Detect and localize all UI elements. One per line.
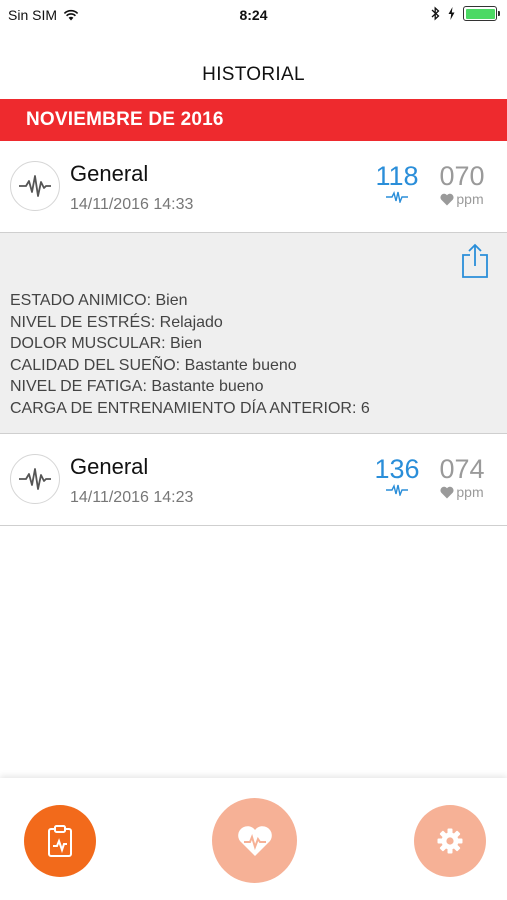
clipboard-chart-icon [48, 825, 72, 857]
bluetooth-icon [431, 6, 440, 21]
status-bar: Sin SIM 8:24 [0, 0, 507, 30]
bpm-unit: ppm [456, 191, 484, 207]
hrv-block: 118 [369, 161, 425, 203]
pulse-icon [10, 454, 60, 504]
record-title: General [70, 161, 149, 186]
bpm-value: 074 [439, 454, 485, 484]
status-right [431, 6, 500, 21]
history-row[interactable]: General 14/11/2016 14:33 118 070 ppm [0, 141, 507, 233]
pulse-icon [10, 161, 60, 211]
charging-icon [448, 7, 455, 20]
detail-line: NIVEL DE ESTRÉS: Relajado [10, 313, 223, 331]
hrv-value: 118 [375, 161, 419, 191]
hrv-block: 136 [369, 454, 425, 496]
bpm-unit-row: ppm [433, 191, 491, 207]
bpm-unit-row: ppm [433, 484, 491, 500]
hrv-value: 136 [374, 454, 420, 484]
hrv-wave-icon [386, 484, 408, 496]
record-datetime: 14/11/2016 14:33 [70, 196, 194, 213]
tab-settings[interactable] [414, 805, 486, 877]
detail-line: CARGA DE ENTRENAMIENTO DÍA ANTERIOR: 6 [10, 399, 370, 417]
bpm-block: 074 ppm [433, 454, 491, 500]
tab-history[interactable] [24, 805, 96, 877]
record-datetime: 14/11/2016 14:23 [70, 489, 194, 506]
heart-pulse-icon [237, 825, 272, 856]
detail-line: DOLOR MUSCULAR: Bien [10, 335, 203, 353]
bpm-unit: ppm [456, 484, 484, 500]
tab-measure[interactable] [212, 798, 297, 883]
share-icon[interactable] [461, 243, 489, 279]
bpm-block: 070 ppm [433, 161, 491, 207]
heart-icon [440, 486, 454, 498]
detail-line: ESTADO ANIMICO: Bien [10, 292, 188, 309]
heart-icon [440, 193, 454, 205]
hrv-wave-icon [386, 191, 408, 203]
details-list: ESTADO ANIMICO: Bien NIVEL DE ESTRÉS: Re… [10, 290, 370, 420]
detail-line: NIVEL DE FATIGA: Bastante bueno [10, 378, 264, 396]
page-title: HISTORIAL [202, 64, 305, 85]
history-row[interactable]: General 14/11/2016 14:23 136 074 ppm [0, 434, 507, 526]
section-header-month: NOVIEMBRE DE 2016 [0, 99, 507, 141]
detail-line: CALIDAD DEL SUEÑO: Bastante bueno [10, 356, 297, 374]
battery-icon [463, 6, 500, 21]
record-title: General [70, 454, 149, 479]
gear-icon [437, 828, 463, 854]
bpm-value: 070 [439, 161, 485, 191]
bottom-tab-bar [0, 778, 507, 900]
battery-level [465, 8, 495, 19]
record-details-panel: ESTADO ANIMICO: Bien NIVEL DE ESTRÉS: Re… [0, 233, 507, 434]
